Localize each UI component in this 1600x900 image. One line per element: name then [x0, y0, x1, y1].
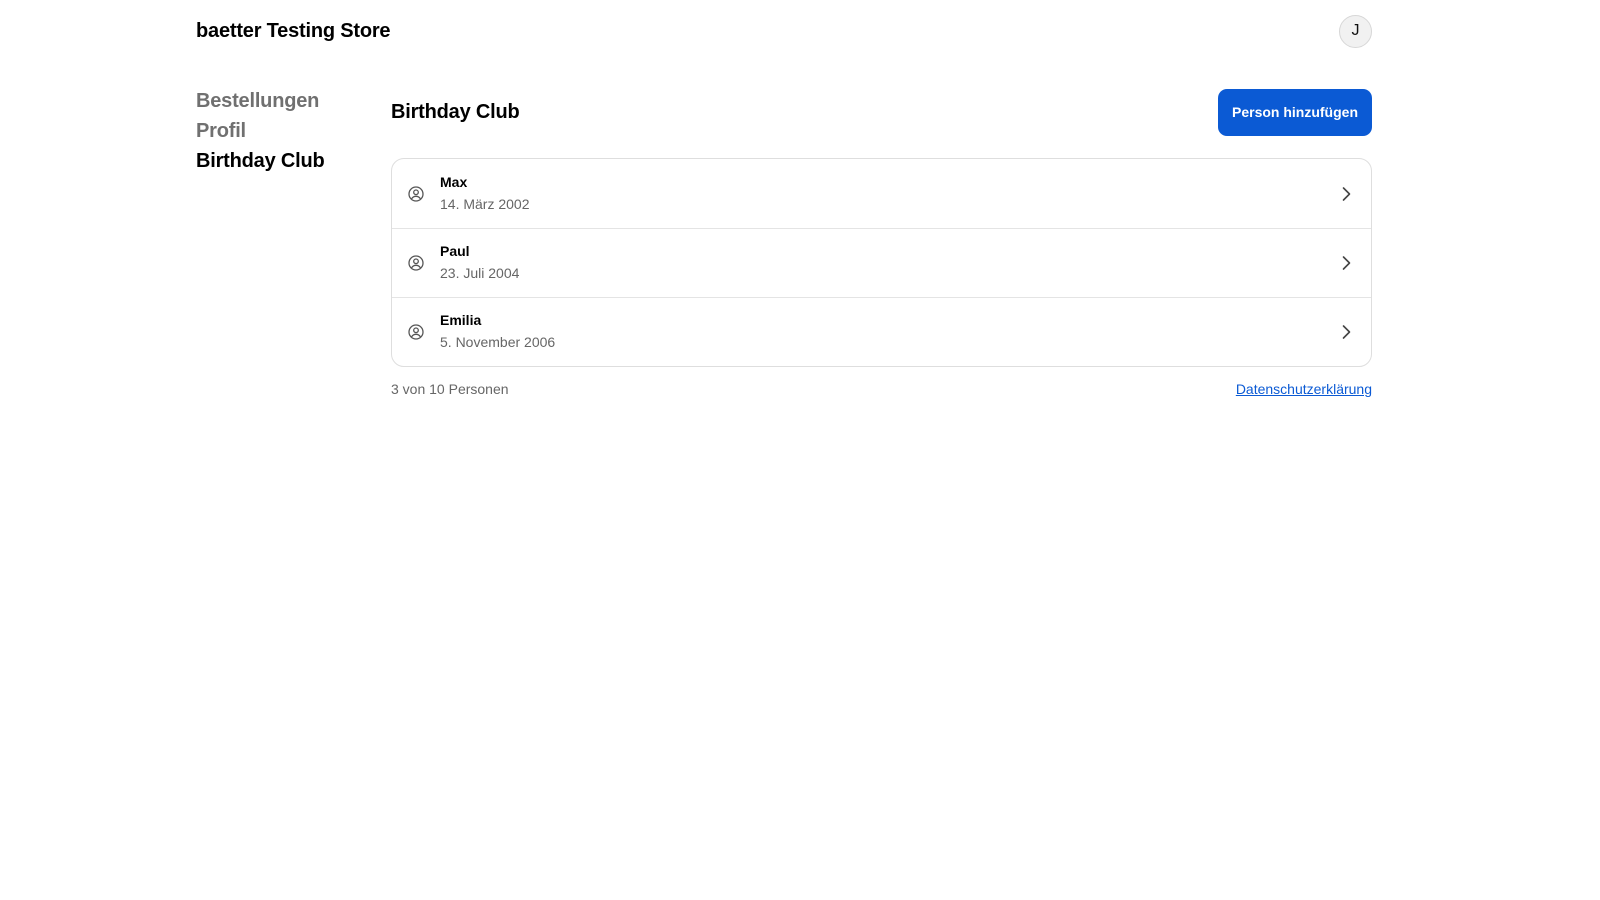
sidebar-item-bestellungen[interactable]: Bestellungen — [196, 86, 376, 116]
page-title: Birthday Club — [391, 100, 520, 123]
person-birthday: 23. Juli 2004 — [440, 265, 520, 281]
list-item-person[interactable]: Paul 23. Juli 2004 — [392, 228, 1371, 297]
sidebar-item-birthday-club[interactable]: Birthday Club — [196, 146, 376, 176]
person-birthday: 5. November 2006 — [440, 334, 556, 350]
account-avatar[interactable]: J — [1339, 14, 1372, 48]
person-count: 3 von 10 Personen — [391, 381, 509, 397]
list-item-person[interactable]: Emilia 5. November 2006 — [392, 297, 1371, 366]
list-item-person[interactable]: Max 14. März 2002 — [392, 159, 1371, 228]
person-birthday: 14. März 2002 — [440, 195, 530, 212]
person-info: Paul 23. Juli 2004 — [440, 242, 1337, 284]
person-name: Max — [440, 173, 468, 190]
add-person-button[interactable]: Person hinzufügen — [1218, 88, 1372, 136]
privacy-policy-link[interactable]: Datenschutzerklärung — [1236, 381, 1372, 397]
main-header: Birthday Club Person hinzufügen — [391, 88, 1372, 136]
main-content: Birthday Club Person hinzufügen Max 14. … — [391, 88, 1372, 397]
person-info: Max 14. März 2002 — [440, 173, 1337, 215]
people-list: Max 14. März 2002 Paul 23. Juli 2004 Emi… — [391, 158, 1372, 367]
chevron-right-icon[interactable] — [1337, 323, 1355, 341]
person-name: Paul — [440, 243, 470, 259]
sidebar-item-profil[interactable]: Profil — [196, 116, 376, 146]
person-name: Emilia — [440, 312, 482, 328]
chevron-right-icon[interactable] — [1337, 254, 1355, 272]
user-circle-icon — [408, 255, 424, 271]
store-title[interactable]: baetter Testing Store — [196, 20, 391, 43]
user-circle-icon — [408, 324, 424, 340]
top-header: baetter Testing Store J — [196, 14, 1372, 48]
person-info: Emilia 5. November 2006 — [440, 311, 1337, 353]
chevron-right-icon[interactable] — [1337, 185, 1355, 203]
user-circle-icon — [408, 185, 424, 202]
list-footer: 3 von 10 Personen Datenschutzerklärung — [391, 381, 1372, 397]
account-sidebar: Bestellungen Profil Birthday Club — [196, 86, 376, 176]
